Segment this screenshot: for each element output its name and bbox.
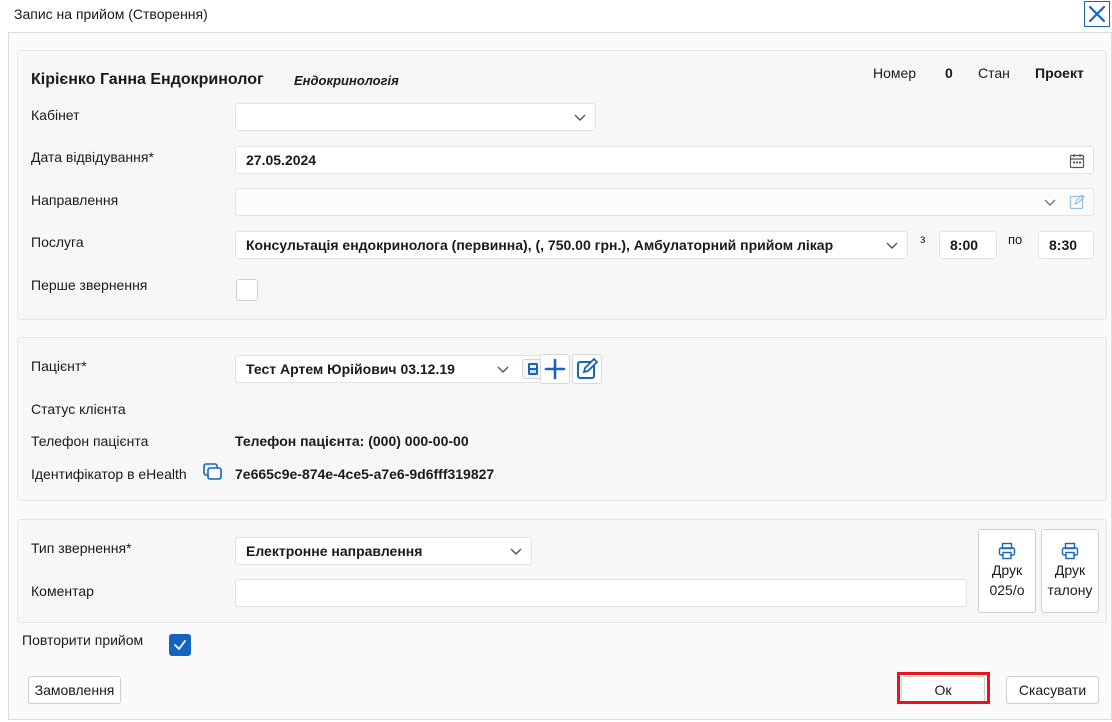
request-panel: Тип звернення* Електронне направлення Ко… (17, 519, 1107, 623)
repeat-checkbox[interactable] (169, 634, 191, 656)
time-from-input[interactable]: 8:00 (939, 231, 997, 259)
cancel-button[interactable]: Скасувати (1006, 676, 1099, 704)
print-025-line1: Друк (991, 562, 1023, 578)
title-bar: Запис на прийом (Створення) (0, 0, 1112, 30)
time-to-value: 8:30 (1049, 237, 1078, 253)
chevron-down-icon (510, 548, 522, 555)
close-button[interactable] (1084, 1, 1110, 27)
patient-panel: Пацієнт* Тест Артем Юрійович 03.12.19 Ст… (17, 337, 1107, 501)
close-icon (1088, 5, 1106, 23)
print-ticket-line2: талону (1047, 582, 1093, 598)
checkmark-icon (174, 640, 186, 650)
window-title: Запис на прийом (Створення) (14, 6, 208, 22)
chevron-down-icon (886, 242, 898, 249)
doctor-name: Кірієнко Ганна Ендокринолог (31, 71, 264, 88)
print-025-line2: 025/о (989, 582, 1025, 598)
phone-label: Телефон пацієнта (31, 433, 149, 449)
comment-input[interactable] (235, 579, 967, 607)
ehealth-value: 7e665c9e-874e-4ce5-a7e6-9d6fff319827 (235, 466, 495, 482)
appointment-panel: Кірієнко Ганна Ендокринолог Ендокринолог… (17, 50, 1107, 320)
copy-icon[interactable] (203, 463, 223, 481)
comment-label: Коментар (31, 583, 94, 599)
time-from-label: з (920, 232, 926, 246)
printer-icon (1061, 542, 1079, 560)
edit-icon (577, 358, 598, 379)
order-button[interactable]: Замовлення (28, 676, 121, 704)
doctor-specialty: Ендокринологія (294, 73, 399, 88)
service-select[interactable]: Консультація ендокринолога (первинна), (… (235, 231, 908, 259)
cabinet-label: Кабінет (31, 107, 80, 123)
print-ticket-line1: Друк (1054, 562, 1086, 578)
referral-label: Направлення (31, 192, 119, 208)
time-from-value: 8:00 (950, 237, 979, 253)
repeat-label: Повторити прийом (22, 632, 144, 648)
plus-icon (544, 358, 566, 380)
appointment-dialog: Кірієнко Ганна Ендокринолог Ендокринолог… (8, 32, 1112, 720)
chevron-down-icon (574, 114, 586, 121)
state-label: Стан (978, 65, 1010, 81)
number-value: 0 (945, 65, 953, 81)
print-ticket-button[interactable]: Друк талону (1041, 529, 1099, 613)
patient-label: Пацієнт* (31, 358, 87, 374)
first-visit-checkbox[interactable] (236, 279, 258, 301)
phone-value: Телефон пацієнта: (000) 000-00-00 (235, 433, 469, 449)
time-to-label: по (1008, 232, 1023, 247)
service-label: Послуга (31, 234, 84, 250)
calendar-icon[interactable] (1069, 153, 1085, 169)
ok-button-highlight (897, 672, 990, 704)
date-label: Дата відвідування* (31, 149, 154, 165)
client-status-label: Статус клієнта (31, 401, 126, 417)
print-025-button[interactable]: Друк 025/о (978, 529, 1036, 613)
number-label: Номер (873, 65, 917, 81)
time-to-input[interactable]: 8:30 (1038, 231, 1094, 259)
request-type-label: Тип звернення* (31, 540, 132, 556)
patient-select[interactable]: Тест Артем Юрійович 03.12.19 (235, 355, 549, 383)
patient-value: Тест Артем Юрійович 03.12.19 (246, 361, 455, 377)
ehealth-label: Ідентифікатор в eHealth (31, 466, 187, 482)
edit-patient-button[interactable] (572, 354, 602, 384)
request-type-value: Електронне направлення (246, 543, 423, 559)
edit-icon[interactable] (1069, 194, 1085, 210)
first-visit-label: Перше звернення (31, 277, 148, 293)
chevron-down-icon (1044, 199, 1056, 206)
request-type-select[interactable]: Електронне направлення (235, 537, 532, 565)
printer-icon (998, 542, 1016, 560)
date-value: 27.05.2024 (246, 152, 317, 168)
chevron-down-icon (497, 366, 509, 373)
date-input[interactable]: 27.05.2024 (235, 146, 1094, 174)
state-value: Проект (1035, 65, 1084, 81)
patient-card-icon (528, 363, 538, 375)
add-patient-button[interactable] (540, 354, 570, 384)
service-value: Консультація ендокринолога (первинна), (… (246, 237, 834, 253)
referral-select[interactable] (235, 188, 1094, 216)
cabinet-select[interactable] (235, 103, 596, 131)
